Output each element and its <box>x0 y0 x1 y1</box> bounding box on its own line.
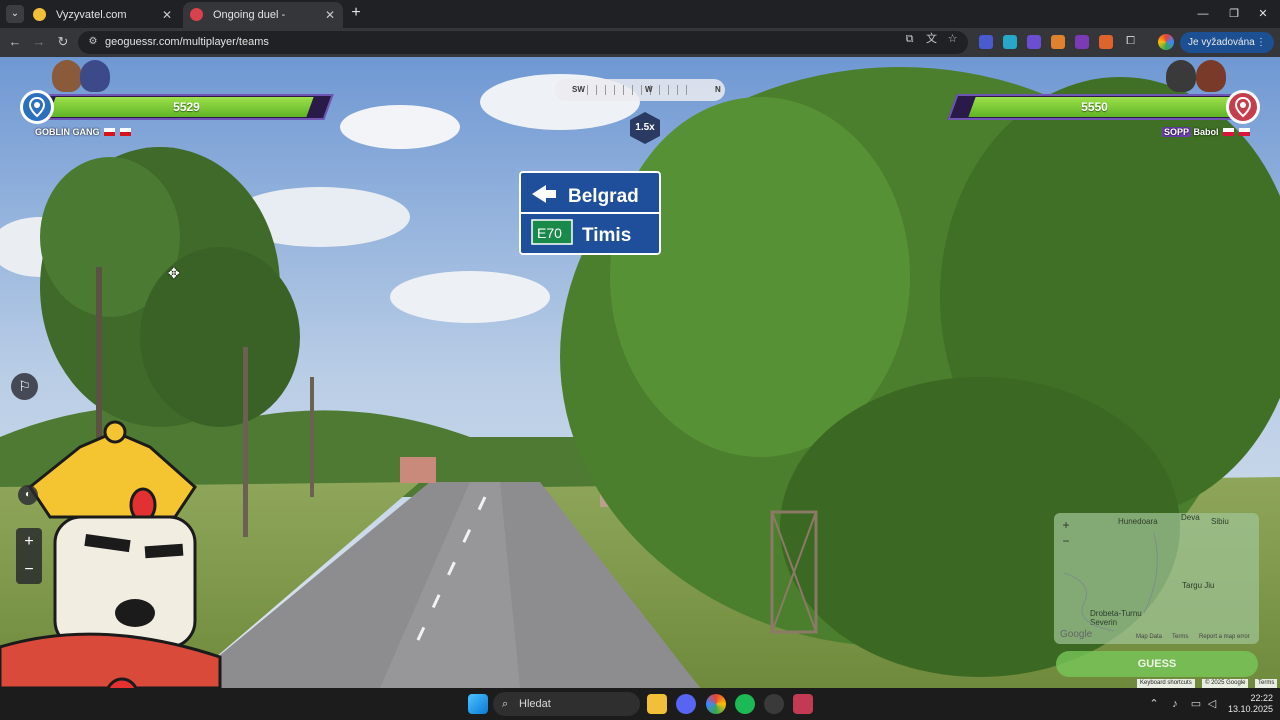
google-logo: Google <box>1060 629 1093 640</box>
sign-destination-1: Belgrad <box>568 186 639 207</box>
report-map-error-link[interactable]: Report a map error <box>1199 634 1250 640</box>
team-right-health-value: 5550 <box>1081 100 1108 114</box>
search-icon: ⌕ <box>502 698 509 710</box>
team-right-name-text: Babol <box>1193 127 1219 137</box>
close-tab-icon[interactable]: ✕ <box>162 2 172 28</box>
back-button[interactable]: ← <box>6 33 24 51</box>
polish-flag-icon <box>1223 128 1235 136</box>
terms-link[interactable]: Terms <box>1255 679 1278 688</box>
geoguessr-favicon-icon <box>190 8 203 21</box>
network-icon[interactable]: ▭ <box>1189 697 1203 711</box>
map-data-link[interactable]: Map Data <box>1136 634 1162 640</box>
cast-icon[interactable]: ⧉ <box>902 32 917 47</box>
minimap-rivers <box>1063 532 1158 632</box>
volume-icon[interactable]: ◁ <box>1205 697 1219 711</box>
site-info-icon[interactable]: ⚙ <box>86 35 100 49</box>
czech-flag-icon <box>119 128 131 136</box>
tab-search-button[interactable]: ⌄ <box>6 5 24 23</box>
compass: SW W N <box>555 79 725 101</box>
compass-label-w: W <box>645 85 653 94</box>
address-bar[interactable]: ⚙ geoguessr.com/multiplayer/teams <box>78 31 968 54</box>
vyzyvatel-favicon-icon <box>33 8 46 21</box>
map-terms-link[interactable]: Terms <box>1172 634 1188 640</box>
window-close-button[interactable]: ✕ <box>1246 0 1280 28</box>
camera-flag-icon[interactable]: ⚐ <box>11 373 38 400</box>
taskbar-search[interactable]: ⌕ Hledat <box>493 692 640 716</box>
new-tab-button[interactable]: + <box>346 3 366 23</box>
team-right-tag: SOPP <box>1162 127 1192 137</box>
tab-title: Vyzyvatel.com <box>56 9 127 21</box>
move-cursor-icon: ✥ <box>168 265 180 281</box>
browser-toolbar: ← → ↻ ⚙ geoguessr.com/multiplayer/teams … <box>0 28 1280 69</box>
profile-avatar[interactable] <box>1158 34 1174 50</box>
action-required-button[interactable]: Je vyžadována akce ⋮ <box>1180 32 1274 69</box>
spotify-icon[interactable] <box>735 694 755 714</box>
sign-route-number: E70 <box>537 225 562 241</box>
tray-overflow-icon[interactable]: ⌃ <box>1147 697 1161 711</box>
extensions-puzzle-icon[interactable]: ⧠ <box>1123 34 1138 49</box>
url-text: geoguessr.com/multiplayer/teams <box>105 36 269 48</box>
tab-bar: ⌄ Vyzyvatel.com ✕ Ongoing duel - GeoGues… <box>0 0 1280 47</box>
file-explorer-icon[interactable] <box>647 694 667 714</box>
opponent-avatar-1 <box>1166 60 1196 92</box>
extension-6-icon[interactable] <box>1099 35 1113 49</box>
app-icon[interactable] <box>793 694 813 714</box>
bookmark-star-icon[interactable]: ☆ <box>945 32 960 47</box>
microphone-icon[interactable]: ♪ <box>1168 697 1182 711</box>
extension-2-icon[interactable] <box>1003 35 1017 49</box>
tab-geoguessr[interactable]: Ongoing duel - GeoGuessr ✕ <box>183 2 343 47</box>
translate-icon[interactable]: 文 <box>924 32 939 47</box>
opponent-avatar-2 <box>1196 60 1226 92</box>
game-viewport[interactable]: Belgrad E70 Timis 5529 GOBLIN GANG 5550 … <box>0 57 1280 688</box>
czech-flag-icon <box>104 128 116 136</box>
team-left-name: GOBLIN GANG <box>35 127 131 137</box>
compass-ticks <box>587 85 695 95</box>
extension-3-icon[interactable] <box>1027 35 1041 49</box>
extension-1-icon[interactable] <box>979 35 993 49</box>
clock-date: 13.10.2025 <box>1227 704 1273 714</box>
reload-button[interactable]: ↻ <box>54 33 72 51</box>
teammate-avatar-2 <box>80 60 110 92</box>
team-left-health-bar: 5529 <box>39 94 334 120</box>
team-left-pin-icon <box>20 90 54 124</box>
chrome-icon[interactable] <box>706 694 726 714</box>
team-right-health-bar: 5550 <box>947 94 1242 120</box>
tab-vyzyvatel[interactable]: Vyzyvatel.com ✕ <box>26 2 180 28</box>
zoom-out-button[interactable]: − <box>16 556 42 584</box>
zoom-in-button[interactable]: + <box>16 528 42 556</box>
minimize-button[interactable]: — <box>1186 0 1220 28</box>
copyright-text: © 2025 Google <box>1202 679 1249 688</box>
guess-button[interactable]: GUESS <box>1056 651 1258 677</box>
start-windows-icon[interactable] <box>468 694 488 714</box>
discord-icon[interactable] <box>676 694 696 714</box>
team-right-pin-icon <box>1226 90 1260 124</box>
clock[interactable]: 22:22 13.10.2025 <box>1225 693 1273 715</box>
polish-flag-icon <box>1238 128 1250 136</box>
windows-taskbar: ⌕ Hledat ⌃ ♪ ▭ ◁ 22:22 13.10.2025 <box>0 688 1280 720</box>
sign-destination-2: Timis <box>582 225 631 246</box>
menu-dots-icon[interactable]: ⋮ <box>1256 32 1266 53</box>
compass-label-sw: SW <box>572 85 585 94</box>
return-to-start-icon[interactable]: ◐ <box>18 485 38 505</box>
forward-button[interactable]: → <box>30 33 48 51</box>
team-left-name-text: GOBLIN GANG <box>35 127 100 137</box>
taskbar-search-label: Hledat <box>519 698 551 710</box>
steam-icon[interactable] <box>764 694 784 714</box>
team-right-name: SOPP Babol <box>1162 127 1250 137</box>
keyboard-shortcuts-link[interactable]: Keyboard shortcuts <box>1137 679 1195 688</box>
team-left-health-value: 5529 <box>173 100 200 114</box>
clock-time: 22:22 <box>1250 693 1273 703</box>
extension-5-icon[interactable] <box>1075 35 1089 49</box>
close-tab-icon[interactable]: ✕ <box>325 2 335 28</box>
guess-minimap[interactable]: + − Hunedoara Deva Sibiu Targu Jiu Drobe… <box>1054 513 1259 644</box>
compass-label-n: N <box>715 85 721 94</box>
extension-4-icon[interactable] <box>1051 35 1065 49</box>
teammate-avatar-1 <box>52 60 82 92</box>
